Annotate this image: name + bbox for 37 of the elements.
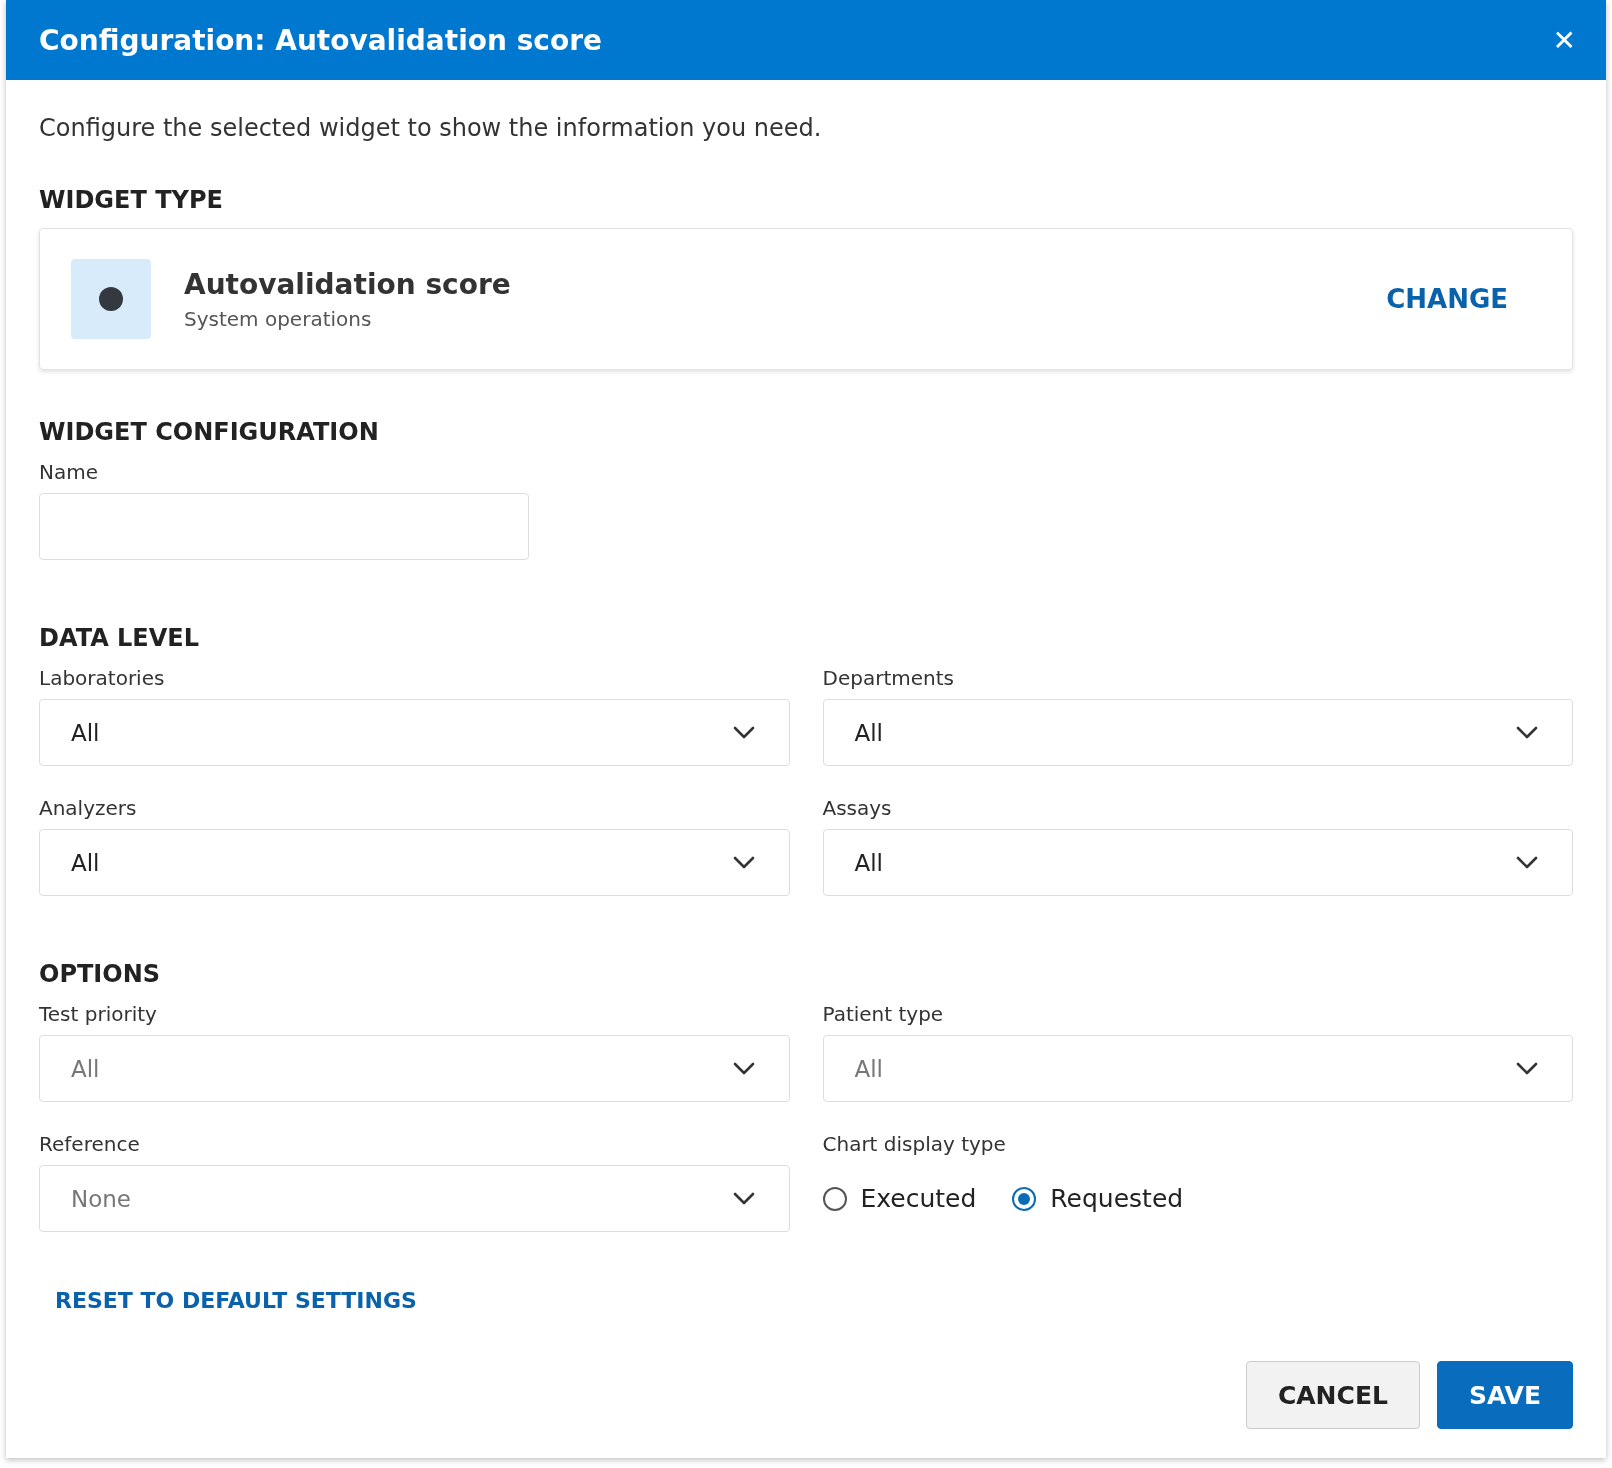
save-button[interactable]: SAVE [1436, 1361, 1573, 1429]
field-label: Departments [822, 666, 954, 690]
chevron-down-icon [732, 725, 755, 740]
field-label: Name [39, 460, 98, 484]
reset-link[interactable]: RESET TO DEFAULT SETTINGS [55, 1288, 417, 1313]
field-label: Chart display type [822, 1132, 1006, 1156]
change-button[interactable]: CHANGE [1386, 284, 1508, 314]
widget-name: Autovalidation score [184, 267, 512, 301]
close-button[interactable]: ✕ [1548, 19, 1580, 61]
chevron-down-icon [732, 1061, 755, 1076]
dot-icon [99, 287, 123, 311]
dropdown[interactable]: All [822, 829, 1573, 896]
field-label: Laboratories [39, 666, 165, 690]
chevron-down-icon [1516, 1061, 1538, 1076]
field-label: Analyzers [39, 796, 137, 820]
chevron-down-icon [1516, 855, 1538, 870]
field-label: Assays [822, 796, 892, 820]
chevron-down-icon [732, 855, 755, 870]
field-label: Patient type [822, 1002, 944, 1026]
radio-option[interactable]: Requested [1012, 1184, 1184, 1213]
cancel-button[interactable]: CANCEL [1245, 1361, 1420, 1429]
section-heading: WIDGET CONFIGURATION [39, 418, 380, 446]
chevron-down-icon [1516, 725, 1538, 740]
section-heading: OPTIONS [39, 960, 162, 988]
dialog-title: Configuration: Autovalidation score [39, 23, 602, 57]
widget-category: System operations [184, 306, 373, 331]
dropdown[interactable]: All [39, 699, 790, 766]
dropdown[interactable]: All [822, 699, 1573, 766]
name-input[interactable] [39, 493, 529, 560]
description-text: Configure the selected widget to show the information you need. [39, 114, 823, 142]
chevron-down-icon [732, 1191, 755, 1206]
radio-option[interactable]: Executed [822, 1184, 977, 1213]
section-heading: DATA LEVEL [39, 624, 201, 652]
field-label: Reference [39, 1132, 140, 1156]
section-heading: WIDGET TYPE [39, 186, 224, 214]
dropdown[interactable]: All [39, 829, 790, 896]
field-label: Test priority [39, 1002, 157, 1026]
